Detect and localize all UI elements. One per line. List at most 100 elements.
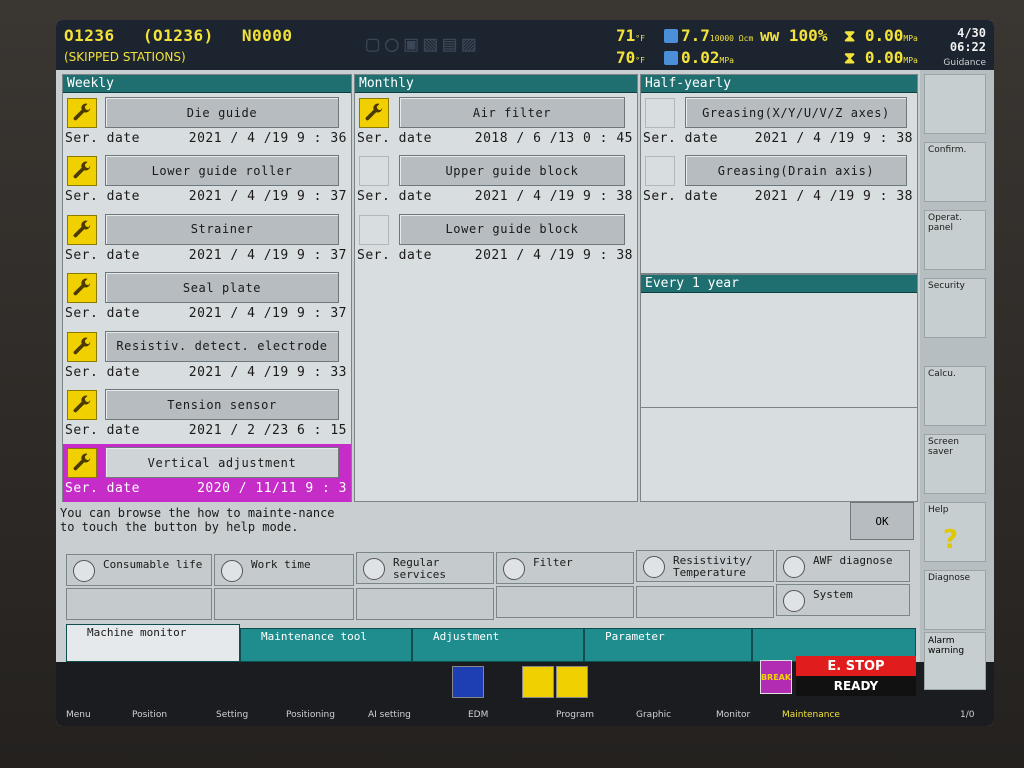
function-keys: Menu Position Setting Positioning AI set… — [56, 706, 994, 726]
help-button[interactable]: Help ? — [924, 502, 986, 562]
maintenance-item-button[interactable]: Lower guide roller — [105, 155, 339, 187]
operat-panel-button[interactable]: Operat. panel — [924, 210, 986, 270]
pressure-2: ⧗ 0.00MPa — [844, 48, 918, 67]
screen-saver-button[interactable]: Screen saver — [924, 434, 986, 494]
filter-icon — [503, 558, 525, 580]
service-date-value: 2021 / 4 /19 9 : 33 — [188, 364, 347, 380]
service-date-value: 2021 / 4 /19 9 : 38 — [754, 189, 913, 205]
blank-button-2[interactable] — [214, 588, 354, 620]
service-date-line: Ser. date 2021 / 4 /19 9 : 38 — [357, 189, 633, 206]
service-date-value: 2021 / 4 /19 9 : 38 — [474, 247, 633, 263]
cnc-screen: O1236 (O1236) N0000 (SKIPPED STATIONS) ▢… — [56, 20, 994, 726]
wrench-icon — [359, 98, 389, 128]
service-date-value: 2021 / 4 /19 9 : 36 — [188, 131, 347, 146]
blank-side-button[interactable] — [924, 74, 986, 134]
maintenance-item-button[interactable]: Strainer — [105, 213, 339, 245]
status-bar: O1236 (O1236) N0000 (SKIPPED STATIONS) ▢… — [56, 20, 994, 70]
fkey-program[interactable]: Program — [556, 710, 594, 720]
divider — [641, 407, 917, 408]
maintenance-item-button[interactable]: Air filter — [399, 97, 625, 128]
maintenance-item-button[interactable]: Greasing(Drain axis) — [685, 155, 907, 187]
blank-button-5[interactable] — [636, 586, 774, 618]
edm-spark-icon[interactable] — [452, 666, 484, 698]
service-date-value: 2018 / 6 /13 0 : 45 — [474, 131, 633, 146]
fkey-positioning[interactable]: Positioning — [286, 710, 335, 720]
weekly-panel: Weekly Die guide Ser. date 2021 / 4 /19 9 … — [62, 74, 352, 503]
half-yearly-title: Half-yearly — [641, 75, 917, 93]
service-date-line: Ser. date 2021 / 4 /19 9 : 37 — [65, 189, 347, 206]
awf-diagnose-button[interactable]: AWF diagnose — [776, 550, 910, 582]
system-button[interactable]: System — [776, 584, 910, 616]
wrench-icon — [67, 390, 97, 420]
monthly-panel: Monthly Air filter Ser. date 2018 / 6 /13 … — [354, 74, 638, 502]
toolbar-icons-disabled: ▢◯▣▧▤▨ — [366, 32, 482, 57]
service-date-label: Ser. date — [65, 306, 140, 322]
tab-adjustment[interactable]: Adjustment — [412, 628, 584, 662]
service-date-label: Ser. date — [65, 481, 140, 497]
service-date-line: Ser. date 2021 / 4 /19 9 : 38 — [357, 248, 633, 265]
blank-button-4[interactable] — [496, 586, 634, 618]
maintenance-item: Resistiv. detect. electrode Ser. date 2021… — [63, 328, 351, 386]
consumable-life-button[interactable]: Consumable life — [66, 554, 212, 586]
maintenance-item-button[interactable]: Upper guide block — [399, 155, 625, 187]
tab-parameter[interactable]: Parameter — [584, 628, 752, 662]
program-info: O1236 (O1236) N0000 — [64, 26, 311, 45]
awf-icon — [783, 556, 805, 578]
tab-machine-monitor[interactable]: Machine monitor — [66, 624, 240, 662]
regular-services-button[interactable]: Regular services — [356, 552, 494, 584]
maintenance-item: Lower guide roller Ser. date 2021 / 4 /19 … — [63, 152, 351, 210]
wrench-icon — [67, 273, 97, 304]
blank-button-3[interactable] — [356, 588, 494, 620]
pressure-icon — [664, 51, 678, 65]
service-date-value: 2021 / 4 /19 9 : 38 — [754, 131, 913, 146]
maintenance-item: Strainer Ser. date 2021 / 4 /19 9 : 37 — [63, 211, 351, 269]
blank-button-1[interactable] — [66, 588, 212, 620]
diagnose-button[interactable]: Diagnose — [924, 570, 986, 630]
wrench-clock-icon — [363, 558, 385, 580]
service-date-line: Ser. date 2021 / 4 /19 9 : 38 — [643, 131, 913, 148]
break-indicator: BREAK — [760, 660, 792, 694]
fkey-edm[interactable]: EDM — [468, 710, 488, 720]
fkey-ai-setting[interactable]: AI setting — [368, 710, 411, 720]
fkey-position[interactable]: Position — [132, 710, 167, 720]
ok-button[interactable]: OK — [850, 502, 914, 540]
fkey-setting[interactable]: Setting — [216, 710, 248, 720]
fkey-maintenance[interactable]: Maintenance — [782, 710, 840, 720]
program-sub: (O1236) — [142, 26, 214, 45]
maintenance-item-button[interactable]: Tension sensor — [105, 389, 339, 420]
service-date-label: Ser. date — [65, 423, 140, 438]
service-date-value: 2021 / 2 /23 6 : 15 — [188, 423, 347, 438]
page-indicator: 1/0 — [960, 710, 975, 720]
fkey-graphic[interactable]: Graphic — [636, 710, 671, 720]
maintenance-item: Die guide Ser. date 2021 / 4 /19 9 : 36 — [63, 94, 351, 152]
download-icon[interactable] — [522, 666, 554, 698]
maintenance-item-button[interactable]: Lower guide block — [399, 213, 625, 245]
confirm-button[interactable]: Confirm. — [924, 142, 986, 202]
fkey-monitor[interactable]: Monitor — [716, 710, 750, 720]
tab-maintenance-tool[interactable]: Maintenance tool — [240, 628, 412, 662]
filter-button[interactable]: Filter — [496, 552, 634, 584]
maintenance-item-button[interactable]: Resistiv. detect. electrode — [105, 330, 339, 362]
maintenance-item-button[interactable]: Seal plate — [105, 272, 339, 304]
alarm-warning-button[interactable]: Alarm warning — [924, 632, 986, 690]
maintenance-item-button[interactable]: Die guide — [105, 97, 339, 128]
maintenance-item: Lower guide block Ser. date 2021 / 4 /19 9… — [355, 211, 637, 269]
security-button[interactable]: Security — [924, 278, 986, 338]
wrench-icon — [67, 214, 97, 245]
service-date-label: Ser. date — [643, 189, 718, 205]
service-date-label: Ser. date — [65, 189, 140, 205]
pressure-1: ⧗ 0.00MPa — [844, 26, 918, 45]
maintenance-item: Greasing(Drain axis) Ser. date 2021 / 4 /1… — [641, 152, 917, 210]
guidance-button[interactable]: Guidance — [943, 58, 986, 68]
empty-icon-slot — [359, 156, 389, 187]
maintenance-item: Air filter Ser. date 2018 / 6 /13 0 : 45 — [355, 94, 637, 152]
maintenance-item-button[interactable]: Vertical adjustment — [105, 447, 339, 479]
download-icon — [73, 560, 95, 582]
maintenance-item-button[interactable]: Greasing(X/Y/U/V/Z axes) — [685, 97, 907, 128]
calcu-button[interactable]: Calcu. — [924, 366, 986, 426]
resistivity-temperature-button[interactable]: Resistivity/ Temperature — [636, 550, 774, 582]
maintenance-item: Upper guide block Ser. date 2021 / 4 /19 9… — [355, 152, 637, 210]
wrench-icon[interactable] — [556, 666, 588, 698]
work-time-button[interactable]: Work time — [214, 554, 354, 586]
fkey-menu[interactable]: Menu — [66, 710, 91, 720]
